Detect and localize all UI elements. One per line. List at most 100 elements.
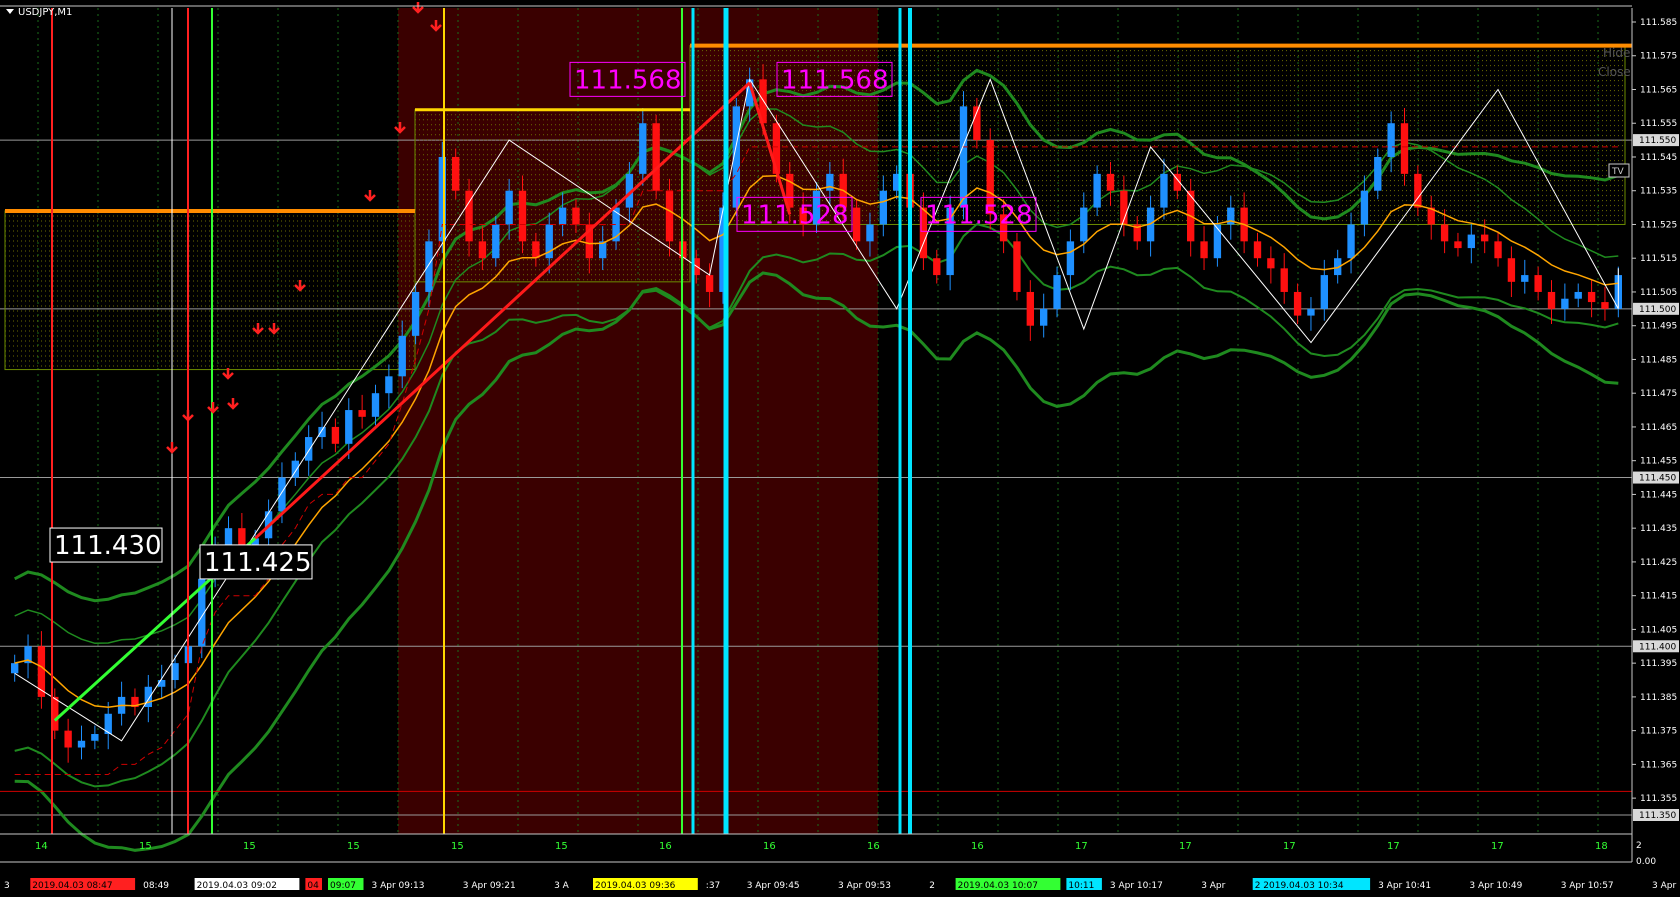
candle-body[interactable]: [1521, 275, 1529, 282]
candle-body[interactable]: [1080, 207, 1088, 242]
candle-body[interactable]: [1293, 291, 1302, 316]
candle-body[interactable]: [371, 393, 380, 417]
candle-body[interactable]: [1053, 275, 1061, 309]
candle-body[interactable]: [665, 190, 674, 242]
candle-body[interactable]: [305, 437, 313, 461]
candle-body[interactable]: [959, 106, 968, 208]
candle-body[interactable]: [1093, 173, 1101, 208]
candle-body[interactable]: [64, 730, 72, 748]
candle-body[interactable]: [452, 156, 460, 191]
price-level-label: 111.500: [1639, 305, 1676, 315]
hide-button[interactable]: Hide: [1603, 46, 1630, 60]
candle-body[interactable]: [1213, 224, 1222, 259]
candle-body[interactable]: [1481, 234, 1489, 242]
candle-body[interactable]: [1200, 241, 1208, 259]
candle-body[interactable]: [331, 426, 340, 444]
candle-body[interactable]: [345, 410, 353, 444]
price-tick-label: 111.525: [1640, 220, 1677, 230]
candle-body[interactable]: [705, 275, 714, 292]
candle-body[interactable]: [411, 291, 420, 336]
candle-body[interactable]: [1013, 241, 1021, 292]
candle-body[interactable]: [1454, 241, 1462, 249]
candle-body[interactable]: [866, 224, 874, 242]
price-tick-label: 111.445: [1640, 490, 1677, 500]
candle-body[interactable]: [852, 207, 861, 242]
candle-body[interactable]: [639, 123, 647, 174]
time-axis-label: 3 Apr 09:45: [747, 881, 800, 891]
candle-body[interactable]: [1587, 291, 1596, 303]
candle-body[interactable]: [1360, 190, 1369, 225]
candle-body[interactable]: [1574, 291, 1582, 299]
candle-body[interactable]: [1106, 173, 1115, 191]
candle-body[interactable]: [478, 241, 487, 259]
candle-body[interactable]: [1400, 123, 1409, 174]
close-button[interactable]: Close: [1598, 65, 1631, 79]
time-axis-label: 3 Apr 11:05: [1652, 881, 1680, 891]
time-axis-label: 2019.04.03 09:36: [595, 881, 676, 891]
candle-body[interactable]: [425, 241, 433, 292]
candle-body[interactable]: [518, 190, 527, 242]
candle-body[interactable]: [91, 734, 99, 741]
candle-body[interactable]: [1280, 268, 1288, 292]
candle-body[interactable]: [826, 173, 834, 191]
tv-button[interactable]: TV: [1611, 167, 1624, 177]
candle-body[interactable]: [1507, 258, 1516, 282]
candle-body[interactable]: [652, 123, 660, 191]
price-chart[interactable]: 111.430 111.425 111.568 111.568 111.528 111.5…: [0, 0, 1680, 897]
time-axis-label: 3 Apr 09:21: [463, 881, 516, 891]
time-axis-label: 2: [929, 881, 935, 891]
session-label: 17: [1387, 841, 1400, 852]
price-tick-label: 111.375: [1640, 727, 1677, 737]
candle-body[interactable]: [532, 241, 540, 259]
candle-body[interactable]: [492, 224, 500, 259]
candle-body[interactable]: [1534, 275, 1542, 292]
candle-body[interactable]: [505, 190, 513, 225]
candle-body[interactable]: [318, 426, 326, 438]
price-tick-label: 111.475: [1640, 389, 1677, 399]
candle-body[interactable]: [1387, 123, 1395, 157]
time-axis-label: 2 2019.04.03 10:34: [1255, 881, 1344, 891]
candle-body[interactable]: [1440, 224, 1449, 242]
candle-body[interactable]: [572, 207, 580, 225]
price-tick-label: 111.565: [1640, 85, 1677, 95]
candle-body[interactable]: [1561, 298, 1569, 309]
time-axis-label: 2019.04.03 09:02: [197, 881, 277, 891]
candle-body[interactable]: [1066, 241, 1075, 276]
candle-body[interactable]: [224, 528, 233, 546]
candle-body[interactable]: [879, 190, 887, 225]
candle-body[interactable]: [77, 740, 86, 748]
price-tick-label: 111.435: [1640, 524, 1677, 534]
price-tick-label: 111.355: [1640, 794, 1677, 804]
candle-body[interactable]: [385, 376, 393, 394]
time-axis-label: 10:11: [1068, 881, 1094, 891]
price-annotation: 111.568: [781, 65, 889, 95]
candle-body[interactable]: [1320, 275, 1328, 309]
candle-body[interactable]: [278, 477, 286, 512]
price-tick-label: 111.495: [1640, 322, 1677, 332]
candle-body[interactable]: [1160, 173, 1168, 208]
session-label: 15: [451, 841, 464, 852]
candle-body[interactable]: [1601, 302, 1609, 309]
symbol-title: USDJPY,M1: [18, 7, 72, 18]
candle-body[interactable]: [358, 410, 366, 417]
candle-body[interactable]: [398, 335, 406, 377]
candle-body[interactable]: [37, 646, 46, 697]
candle-body[interactable]: [933, 258, 941, 276]
candle-body[interactable]: [1267, 258, 1275, 269]
candle-body[interactable]: [1494, 241, 1502, 259]
candle-body[interactable]: [1253, 241, 1262, 259]
candle-body[interactable]: [1347, 224, 1355, 259]
candle-body[interactable]: [1026, 291, 1034, 326]
candle-body[interactable]: [11, 663, 19, 674]
price-tick-label: 111.535: [1640, 187, 1677, 197]
time-axis-label: 3 A: [554, 881, 570, 891]
candle-body[interactable]: [1374, 156, 1382, 191]
candle-body[interactable]: [1414, 173, 1422, 208]
candle-body[interactable]: [1307, 308, 1315, 316]
time-axis-label: 2019.04.03 08:47: [32, 881, 112, 891]
candle-body[interactable]: [1467, 234, 1475, 249]
candle-body[interactable]: [558, 207, 567, 225]
right-edge-label-bottom: 0.00: [1636, 857, 1656, 867]
candle-body[interactable]: [1040, 308, 1048, 326]
candle-body[interactable]: [1547, 291, 1556, 309]
